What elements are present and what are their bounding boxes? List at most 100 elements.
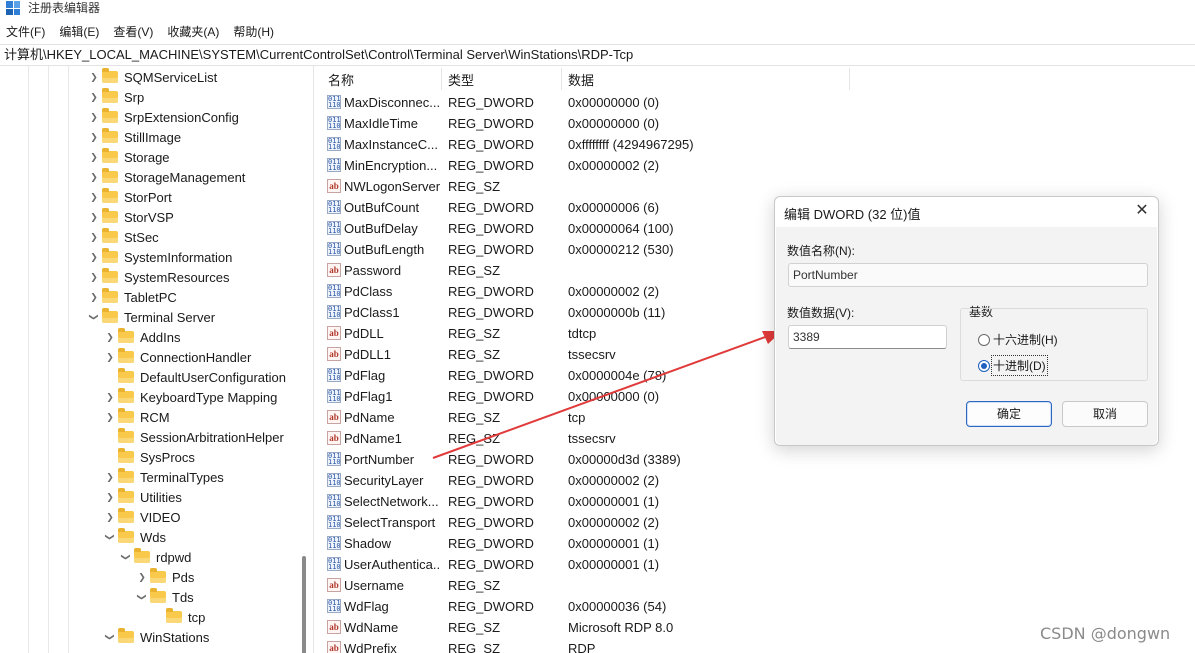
chevron-right-icon[interactable]: ❯	[88, 167, 100, 187]
value-row[interactable]: 011 110 SelectTransport REG_DWORD 0x0000000…	[320, 512, 1195, 533]
value-row[interactable]: 011 110 Shadow REG_DWORD 0x00000001 (1)	[320, 533, 1195, 554]
tree-item[interactable]: ❯ SQMServiceList	[88, 67, 217, 87]
tree-item[interactable]: DefaultUserConfiguration	[104, 367, 286, 387]
value-row[interactable]: 011 110 MinEncryption... REG_DWORD 0x000000…	[320, 155, 1195, 176]
ok-button[interactable]: 确定	[966, 401, 1052, 427]
tree-item[interactable]: ❯ VIDEO	[104, 507, 180, 527]
chevron-right-icon[interactable]: ❯	[88, 287, 100, 307]
menu-item[interactable]: 编辑(E)	[52, 22, 106, 42]
value-row[interactable]: 011 110 SecurityLayer REG_DWORD 0x00000002 …	[320, 470, 1195, 491]
chevron-right-icon[interactable]: ❯	[88, 147, 100, 167]
chevron-right-icon[interactable]: ❯	[88, 87, 100, 107]
value-row[interactable]: 011 110 WdFlag REG_DWORD 0x00000036 (54)	[320, 596, 1195, 617]
tree-item[interactable]: ❯ TabletPC	[88, 287, 177, 307]
value-name: MaxIdleTime	[344, 116, 418, 131]
tree-scrollbar-thumb[interactable]	[302, 556, 306, 653]
tree-item[interactable]: ❯ StSec	[88, 227, 159, 247]
tree-item[interactable]: ❯ StillImage	[88, 127, 181, 147]
chevron-right-icon[interactable]: ❯	[104, 407, 116, 427]
chevron-right-icon[interactable]: ❯	[104, 487, 116, 507]
tree-item[interactable]: ❯ Tds	[136, 587, 194, 607]
chevron-right-icon[interactable]: ❯	[88, 187, 100, 207]
chevron-right-icon[interactable]: ❯	[88, 107, 100, 127]
value-row[interactable]: 011 110 MaxInstanceC... REG_DWORD 0xfffffff…	[320, 134, 1195, 155]
tree-item[interactable]: ❯ WinStations	[104, 627, 209, 647]
registry-tree[interactable]: ❯ SQMServiceList ❯ Srp ❯ SrpExtensionConfig ❯ S…	[0, 66, 314, 653]
hex-radio[interactable]: 十六进制(H)	[978, 331, 1058, 348]
column-header-type[interactable]: 类型	[448, 66, 474, 92]
chevron-right-icon[interactable]: ❯	[88, 207, 100, 227]
tree-item[interactable]: ❯ AddIns	[104, 327, 180, 347]
chevron-right-icon[interactable]: ❯	[88, 127, 100, 147]
tree-item[interactable]: ❯ RCM	[104, 407, 170, 427]
tree-item[interactable]: ❯ SrpExtensionConfig	[88, 107, 239, 127]
tree-item[interactable]: ❯ ConnectionHandler	[104, 347, 251, 367]
value-row[interactable]: ab Username REG_SZ	[320, 575, 1195, 596]
tree-item[interactable]: ❯ TerminalTypes	[104, 467, 224, 487]
chevron-right-icon[interactable]: ❯	[104, 347, 116, 367]
menu-item[interactable]: 查看(V)	[106, 22, 160, 42]
chevron-down-icon[interactable]: ❯	[132, 591, 152, 603]
tree-item[interactable]: SysProcs	[104, 447, 195, 467]
chevron-right-icon[interactable]: ❯	[104, 507, 116, 527]
menu-item[interactable]: 帮助(H)	[226, 22, 281, 42]
tree-item[interactable]: ❯ StorVSP	[88, 207, 174, 227]
column-header-name[interactable]: 名称	[328, 66, 354, 92]
tree-item[interactable]: ❯ SystemResources	[88, 267, 229, 287]
chevron-down-icon[interactable]: ❯	[100, 631, 120, 643]
tree-item[interactable]: ❯ Pds	[136, 567, 194, 587]
column-divider[interactable]	[441, 68, 442, 90]
value-data-label: 数值数据(V):	[787, 306, 855, 320]
chevron-right-icon[interactable]: ❯	[136, 567, 148, 587]
chevron-down-icon[interactable]: ❯	[84, 311, 104, 323]
value-row[interactable]: 011 110 MaxDisconnec... REG_DWORD 0x0000000…	[320, 92, 1195, 113]
chevron-down-icon[interactable]: ❯	[116, 551, 136, 563]
tree-item[interactable]: ❯ Utilities	[104, 487, 182, 507]
tree-item[interactable]: ❯ Terminal Server	[88, 307, 215, 327]
column-divider[interactable]	[849, 68, 850, 90]
chevron-right-icon[interactable]: ❯	[88, 267, 100, 287]
value-row[interactable]: 011 110 SelectNetwork... REG_DWORD 0x000000…	[320, 491, 1195, 512]
value-row[interactable]: 011 110 PortNumber REG_DWORD 0x00000d3d (33…	[320, 449, 1195, 470]
folder-icon	[102, 248, 118, 263]
cancel-button[interactable]: 取消	[1062, 401, 1148, 427]
folder-icon	[118, 328, 134, 343]
value-data-input[interactable]: 3389	[788, 325, 947, 349]
chevron-right-icon[interactable]: ❯	[104, 387, 116, 407]
value-row[interactable]: 011 110 UserAuthentica... REG_DWORD 0x00000…	[320, 554, 1195, 575]
tree-item[interactable]: ❯ StorageManagement	[88, 167, 245, 187]
dword-value-icon: 011 110	[327, 158, 341, 172]
value-row[interactable]: 011 110 MaxIdleTime REG_DWORD 0x00000000 (0…	[320, 113, 1195, 134]
address-bar[interactable]: 计算机\HKEY_LOCAL_MACHINE\SYSTEM\CurrentCon…	[0, 44, 1195, 66]
chevron-down-icon[interactable]: ❯	[100, 531, 120, 543]
chevron-right-icon[interactable]: ❯	[104, 327, 116, 347]
column-header-data[interactable]: 数据	[568, 66, 594, 92]
tree-item[interactable]: tcp	[152, 607, 205, 627]
menu-item[interactable]: 收藏夹(A)	[160, 22, 226, 42]
chevron-right-icon[interactable]: ❯	[88, 247, 100, 267]
tree-item-label: Wds	[140, 529, 166, 545]
tree-item[interactable]: ❯ Srp	[88, 87, 144, 107]
folder-icon	[102, 168, 118, 183]
column-divider[interactable]	[561, 68, 562, 90]
tree-item[interactable]: ❯ Storage	[88, 147, 170, 167]
tree-item[interactable]: ❯ Wds	[104, 527, 166, 547]
tree-item[interactable]: SessionArbitrationHelper	[104, 427, 284, 447]
chevron-right-icon[interactable]: ❯	[88, 227, 100, 247]
value-row[interactable]: ab NWLogonServer REG_SZ	[320, 176, 1195, 197]
close-icon[interactable]: ✕	[1131, 200, 1153, 222]
folder-icon	[118, 448, 134, 463]
value-name: SelectTransport	[344, 515, 436, 530]
chevron-right-icon[interactable]: ❯	[104, 467, 116, 487]
menu-item[interactable]: 文件(F)	[0, 22, 52, 42]
dec-radio[interactable]: 十进制(D)	[978, 355, 1048, 376]
chevron-right-icon[interactable]: ❯	[88, 67, 100, 87]
tree-item[interactable]: ❯ SystemInformation	[88, 247, 232, 267]
radio-button-icon[interactable]	[978, 333, 990, 346]
tree-item[interactable]: ❯ KeyboardType Mapping	[104, 387, 277, 407]
radio-button-selected-icon[interactable]	[978, 359, 990, 372]
dword-value-icon: 011 110	[327, 137, 341, 151]
tree-item[interactable]: ❯ StorPort	[88, 187, 172, 207]
tree-item[interactable]: ❯ rdpwd	[120, 547, 191, 567]
tree-item-label: StillImage	[124, 129, 182, 145]
